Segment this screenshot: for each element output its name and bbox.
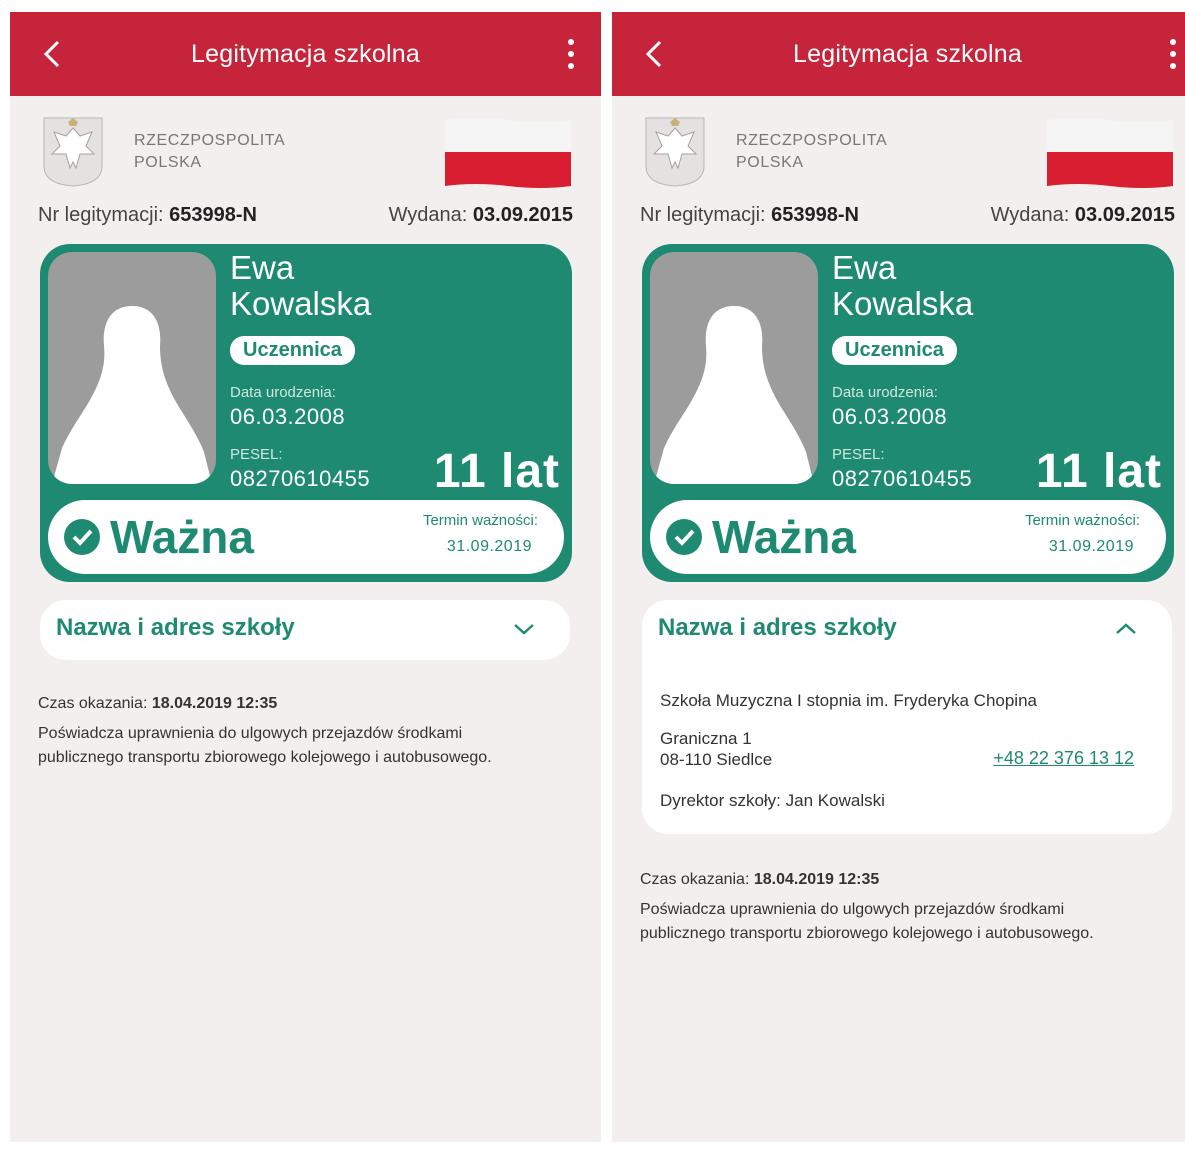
country-name: RZECZPOSPOLITA POLSKA (134, 132, 286, 171)
id-number: 653998-N (771, 204, 859, 226)
school-name: Szkoła Muzyczna I stopnia im. Fryderyka … (660, 691, 1037, 710)
dob-label: Data urodzenia: (230, 384, 336, 401)
validity-value: 31.09.2019 (446, 538, 532, 555)
app-bar-title: Legitymacja szkolna (191, 39, 420, 68)
id-header: RZECZPOSPOLITA POLSKA (612, 96, 1185, 196)
app-bar-title: Legitymacja szkolna (793, 39, 1022, 68)
person-silhouette-icon (52, 306, 212, 484)
role-badge: Uczennica (230, 336, 355, 365)
issue-date: 03.09.2015 (472, 204, 573, 226)
id-card: Ewa Kowalska Uczennica Data urodzenia: 0… (40, 244, 572, 582)
role-badge: Uczennica (832, 336, 957, 365)
back-arrow-icon[interactable] (36, 36, 72, 72)
display-time: 18.04.2019 12:35 (753, 871, 880, 888)
validity-status: Ważna Termin ważności: 31.09.2019 (650, 500, 1166, 574)
chevron-down-icon[interactable] (512, 620, 536, 638)
screen-expanded: Legitymacja szkolna RZECZPOSPOLITA POLSK… (612, 12, 1185, 1142)
app-bar: Legitymacja szkolna (612, 12, 1185, 96)
avatar (48, 252, 216, 484)
id-meta: Nr legitymacji: 653998-N Wydana: 03.09.2… (640, 204, 1175, 226)
more-vert-icon[interactable] (1163, 36, 1183, 72)
eagle-emblem-icon (645, 117, 705, 187)
avatar (650, 252, 818, 484)
footer-info: Czas okazania: 18.04.2019 12:35 Poświadc… (38, 692, 583, 770)
pesel-value: 08270610455 (230, 466, 371, 491)
id-number: 653998-N (169, 204, 257, 226)
holder-name: Ewa Kowalska (230, 249, 372, 322)
id-header: RZECZPOSPOLITA POLSKA (10, 96, 601, 196)
entitlement-note: Poświadcza uprawnienia do ulgowych przej… (640, 901, 1094, 942)
display-time: 18.04.2019 12:35 (151, 695, 278, 712)
school-accordion-title[interactable]: Nazwa i adres szkoły (56, 614, 295, 642)
poland-flag-icon (1047, 118, 1173, 188)
school-phone-link[interactable]: +48 22 376 13 12 (993, 748, 1134, 769)
dob-value: 06.03.2008 (832, 404, 948, 429)
school-accordion[interactable]: Nazwa i adres szkoły (40, 600, 570, 660)
validity-value: 31.09.2019 (1048, 538, 1134, 555)
chevron-up-icon[interactable] (1114, 620, 1138, 638)
more-vert-icon[interactable] (561, 36, 581, 72)
footer-info: Czas okazania: 18.04.2019 12:35 Poświadc… (640, 868, 1185, 946)
dob-label: Data urodzenia: (832, 384, 938, 401)
check-circle-icon (64, 519, 100, 555)
age-value: 11 lat (433, 445, 560, 498)
entitlement-note: Poświadcza uprawnienia do ulgowych przej… (38, 725, 492, 766)
back-arrow-icon[interactable] (638, 36, 674, 72)
validity-label: Termin ważności: (1024, 512, 1140, 529)
validity-label: Termin ważności: (422, 512, 538, 529)
person-silhouette-icon (654, 306, 814, 484)
holder-name: Ewa Kowalska (832, 249, 974, 322)
check-circle-icon (666, 519, 702, 555)
poland-flag-icon (445, 118, 571, 188)
country-name: RZECZPOSPOLITA POLSKA (736, 132, 888, 171)
pesel-value: 08270610455 (832, 466, 973, 491)
school-address: Graniczna 1 08-110 Siedlce (660, 729, 773, 769)
screen-collapsed: Legitymacja szkolna RZECZPOSPOLITA POLSK… (10, 12, 601, 1142)
pesel-label: PESEL: (230, 446, 283, 463)
app-bar: Legitymacja szkolna (10, 12, 601, 96)
status-text: Ważna (712, 511, 856, 563)
status-text: Ważna (110, 511, 254, 563)
school-accordion-title[interactable]: Nazwa i adres szkoły (658, 614, 897, 642)
id-meta: Nr legitymacji: 653998-N Wydana: 03.09.2… (38, 204, 573, 226)
dob-value: 06.03.2008 (230, 404, 346, 429)
issue-date: 03.09.2015 (1074, 204, 1175, 226)
school-accordion-expanded[interactable]: Nazwa i adres szkoły Szkoła Muzyczna I s… (642, 600, 1172, 834)
age-value: 11 lat (1035, 445, 1162, 498)
pesel-label: PESEL: (832, 446, 885, 463)
eagle-emblem-icon (43, 117, 103, 187)
id-card: Ewa Kowalska Uczennica Data urodzenia: 0… (642, 244, 1174, 582)
school-director: Dyrektor szkoły: Jan Kowalski (660, 791, 885, 810)
validity-status: Ważna Termin ważności: 31.09.2019 (48, 500, 564, 574)
